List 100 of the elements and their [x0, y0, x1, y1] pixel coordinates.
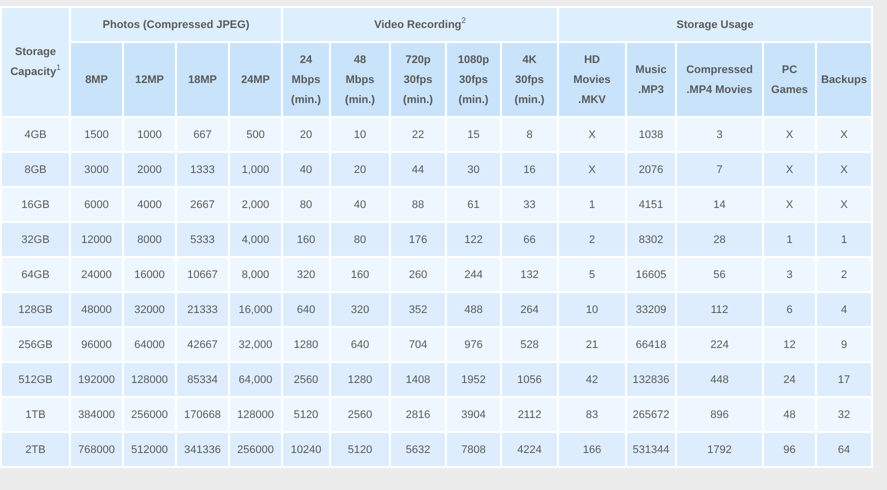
- table-cell: 17: [816, 362, 872, 397]
- column-header: HD Movies .MKV: [558, 42, 626, 117]
- table-cell: 33: [501, 187, 558, 222]
- table-cell: 32000: [123, 292, 176, 327]
- table-cell: X: [558, 152, 626, 187]
- table-cell: 32: [816, 397, 872, 432]
- table-cell: 640: [330, 327, 390, 362]
- table-cell: 667: [176, 117, 229, 152]
- column-header: 24MP: [229, 42, 282, 117]
- table-cell: 256000: [229, 432, 282, 467]
- table-cell: 132836: [626, 362, 676, 397]
- row-header: 8GB: [1, 152, 70, 187]
- table-cell: 500: [229, 117, 282, 152]
- table-cell: 20: [282, 117, 330, 152]
- table-cell: 896: [676, 397, 764, 432]
- table-cell: 10667: [176, 257, 229, 292]
- column-header: Music .MP3: [626, 42, 676, 117]
- table-cell: 2560: [282, 362, 330, 397]
- table-cell: 528: [501, 327, 558, 362]
- table-cell: 1: [816, 222, 872, 257]
- table-cell: 30: [446, 152, 502, 187]
- table-cell: 64,000: [229, 362, 282, 397]
- column-header: 24 Mbps (min.): [282, 42, 330, 117]
- table-cell: 42667: [176, 327, 229, 362]
- row-header: 256GB: [1, 327, 70, 362]
- table-cell: 128000: [123, 362, 176, 397]
- table-cell: 224: [676, 327, 764, 362]
- row-header: 16GB: [1, 187, 70, 222]
- table-cell: 64000: [123, 327, 176, 362]
- table-cell: X: [816, 117, 872, 152]
- table-cell: 6000: [70, 187, 123, 222]
- table-cell: 15: [446, 117, 502, 152]
- table-cell: 66418: [626, 327, 676, 362]
- table-cell: X: [558, 117, 626, 152]
- table-cell: 4000: [123, 187, 176, 222]
- table-cell: 4151: [626, 187, 676, 222]
- table-cell: 16: [501, 152, 558, 187]
- table-cell: 531344: [626, 432, 676, 467]
- table-cell: 5120: [282, 397, 330, 432]
- table-cell: 1408: [390, 362, 446, 397]
- column-group-header: Photos (Compressed JPEG): [70, 7, 282, 42]
- table-cell: 2076: [626, 152, 676, 187]
- row-header: 64GB: [1, 257, 70, 292]
- column-header: 12MP: [123, 42, 176, 117]
- table-cell: 22: [390, 117, 446, 152]
- table-cell: 32,000: [229, 327, 282, 362]
- table-cell: 265672: [626, 397, 676, 432]
- table-cell: 160: [330, 257, 390, 292]
- table-cell: 83: [558, 397, 626, 432]
- table-cell: 16605: [626, 257, 676, 292]
- table-cell: 170668: [176, 397, 229, 432]
- table-cell: 28: [676, 222, 764, 257]
- table-cell: 264: [501, 292, 558, 327]
- column-header: 1080p 30fps (min.): [446, 42, 502, 117]
- column-header: Storage Capacity$^{1}$: [1, 7, 70, 117]
- table-cell: 10: [558, 292, 626, 327]
- table-cell: 21: [558, 327, 626, 362]
- table-cell: 2667: [176, 187, 229, 222]
- table-cell: 320: [330, 292, 390, 327]
- column-header: 4K 30fps (min.): [501, 42, 558, 117]
- table-cell: 2: [816, 257, 872, 292]
- table-cell: 80: [330, 222, 390, 257]
- table-cell: 2000: [123, 152, 176, 187]
- table-cell: 1280: [282, 327, 330, 362]
- table-cell: 42: [558, 362, 626, 397]
- table-cell: 4,000: [229, 222, 282, 257]
- table-cell: 112: [676, 292, 764, 327]
- table-cell: X: [763, 187, 816, 222]
- table-cell: 1,000: [229, 152, 282, 187]
- column-group-header: Storage Usage: [558, 7, 872, 42]
- table-cell: 64: [816, 432, 872, 467]
- table-cell: 2560: [330, 397, 390, 432]
- table-cell: 176: [390, 222, 446, 257]
- table-cell: 8,000: [229, 257, 282, 292]
- table-cell: 122: [446, 222, 502, 257]
- table-cell: 6: [763, 292, 816, 327]
- table-cell: 96: [763, 432, 816, 467]
- table-cell: 4224: [501, 432, 558, 467]
- table-cell: 1: [763, 222, 816, 257]
- table-cell: 488: [446, 292, 502, 327]
- table-cell: 20: [330, 152, 390, 187]
- table-cell: 12: [763, 327, 816, 362]
- table-cell: 2112: [501, 397, 558, 432]
- table-cell: 192000: [70, 362, 123, 397]
- table-cell: 640: [282, 292, 330, 327]
- table-cell: 128000: [229, 397, 282, 432]
- table-cell: 1038: [626, 117, 676, 152]
- table-cell: 1500: [70, 117, 123, 152]
- table-cell: 1952: [446, 362, 502, 397]
- table-cell: 8302: [626, 222, 676, 257]
- column-header: Backups: [816, 42, 872, 117]
- table-cell: 80: [282, 187, 330, 222]
- table-cell: 160: [282, 222, 330, 257]
- table-cell: 33209: [626, 292, 676, 327]
- table-cell: 5632: [390, 432, 446, 467]
- table-cell: 88: [390, 187, 446, 222]
- column-header: 48 Mbps (min.): [330, 42, 390, 117]
- table-cell: 16000: [123, 257, 176, 292]
- table-cell: 12000: [70, 222, 123, 257]
- table-cell: X: [816, 187, 872, 222]
